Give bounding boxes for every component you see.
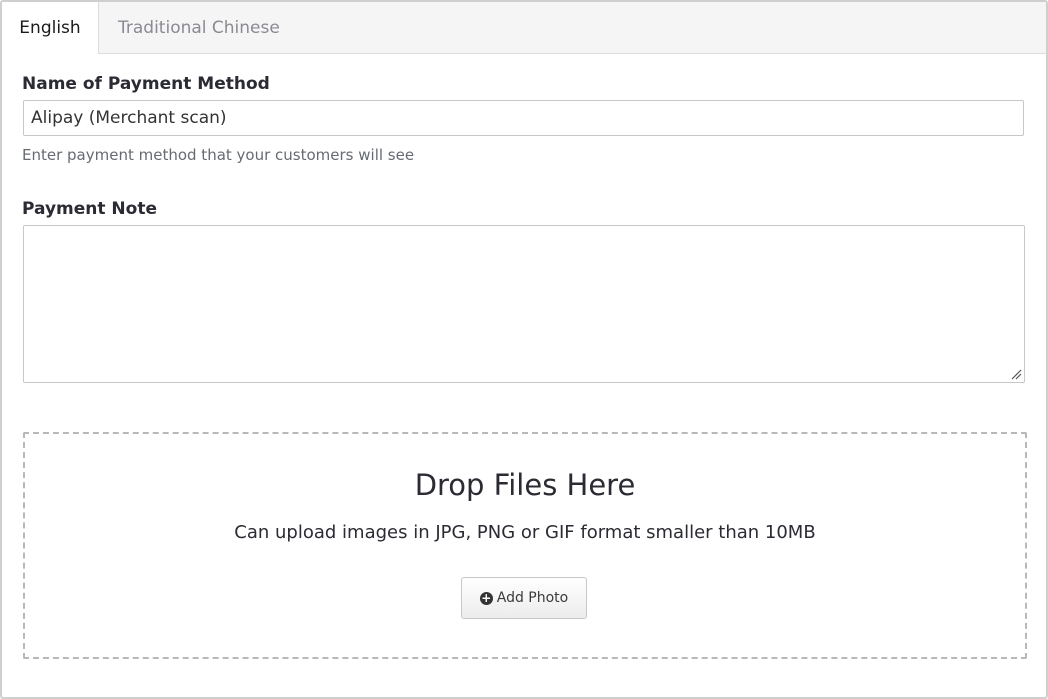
file-dropzone[interactable]: Drop Files Here Can upload images in JPG… [23, 432, 1027, 659]
payment-method-label: Name of Payment Method [22, 74, 270, 94]
add-photo-button[interactable]: + Add Photo [461, 577, 587, 619]
dropzone-subtitle: Can upload images in JPG, PNG or GIF for… [234, 522, 816, 543]
dropzone-title: Drop Files Here [414, 468, 636, 502]
payment-method-help-text: Enter payment method that your customers… [22, 146, 415, 164]
plus-circle-icon: + [479, 590, 493, 605]
language-tabbar: English Traditional Chinese [2, 2, 1046, 54]
payment-note-textarea[interactable] [23, 225, 1025, 383]
payment-note-label: Payment Note [22, 199, 157, 219]
add-photo-label: Add Photo [496, 590, 569, 606]
tab-traditional-chinese[interactable]: Traditional Chinese [118, 2, 280, 54]
tab-english[interactable]: English [2, 2, 99, 54]
payment-method-panel: English Traditional Chinese Name of Paym… [0, 0, 1048, 699]
resize-grip-icon[interactable] [1010, 368, 1022, 380]
payment-method-input[interactable]: Alipay (Merchant scan) [23, 100, 1024, 136]
